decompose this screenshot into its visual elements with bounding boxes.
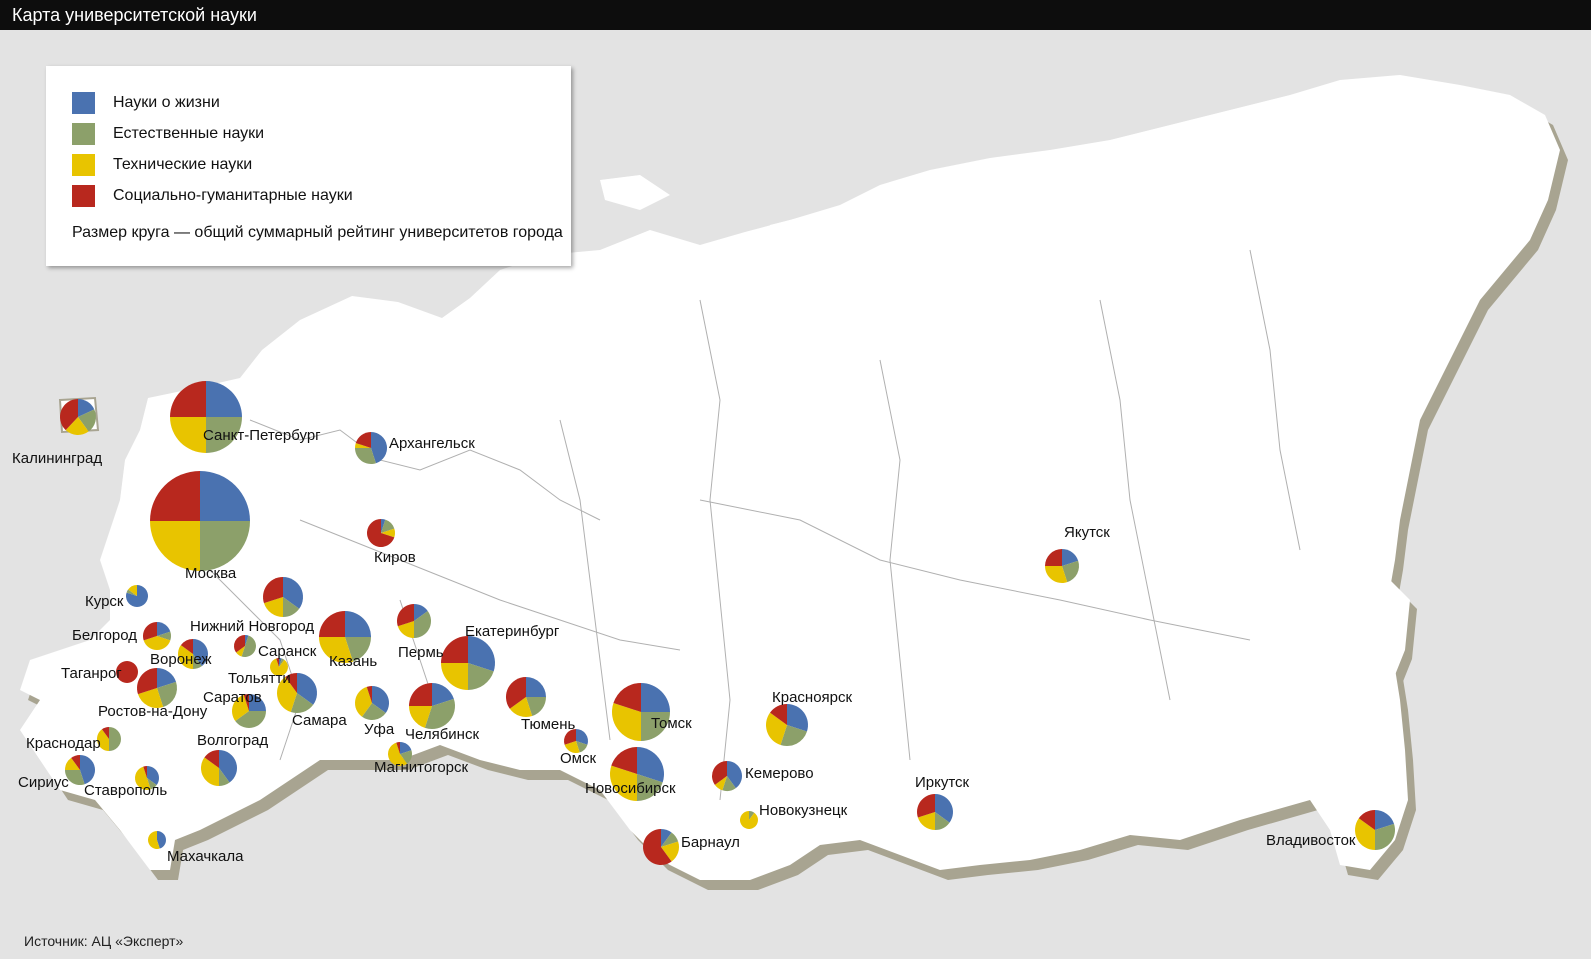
city-label: Курск — [85, 593, 124, 610]
city-pie — [137, 668, 177, 708]
city-label: Воронеж — [150, 651, 212, 668]
city-label: Иркутск — [915, 774, 970, 791]
legend-swatch-social — [72, 185, 95, 207]
city-label: Тольятти — [228, 670, 291, 687]
city-pie — [125, 585, 149, 607]
city-pie — [506, 677, 546, 717]
city-pie — [355, 432, 388, 465]
city-pie — [150, 471, 250, 571]
city-pie — [148, 831, 167, 849]
city-label: Пермь — [398, 644, 444, 661]
city-pie — [712, 761, 743, 792]
city-label: Таганрог — [61, 665, 122, 682]
city-label: Волгоград — [197, 732, 268, 749]
city-label: Архангельск — [389, 435, 475, 452]
city-pie — [441, 636, 495, 690]
city-label: Новокузнецк — [759, 802, 848, 819]
city-pie — [1355, 810, 1395, 850]
city-label: Красноярск — [772, 689, 853, 706]
city-pie — [234, 635, 256, 657]
city-pie — [397, 604, 432, 638]
legend-label-social: Социально-гуманитарные науки — [113, 187, 353, 204]
source-note: Источник: АЦ «Эксперт» — [24, 933, 184, 949]
city-label: Ростов-на-Дону — [98, 703, 208, 720]
city-label: Барнаул — [681, 834, 740, 851]
city-label: Екатеринбург — [465, 623, 560, 640]
legend-swatch-life — [72, 92, 95, 114]
city-label: Казань — [329, 653, 377, 670]
city-label: Калининград — [12, 450, 102, 467]
legend-size-note: Размер круга — общий суммарный рейтинг у… — [72, 224, 563, 241]
city-pie — [367, 519, 396, 547]
city-label: Кемерово — [745, 765, 814, 782]
city-label: Новосибирск — [585, 780, 676, 797]
city-pie — [1045, 549, 1079, 583]
city-label: Тюмень — [521, 716, 576, 733]
city-label: Краснодар — [26, 735, 101, 752]
city-label: Саратов — [203, 689, 262, 706]
city-pie — [739, 811, 758, 829]
city-label: Магнитогорск — [374, 759, 469, 776]
city-pie — [263, 577, 303, 617]
city-label: Махачкала — [167, 848, 244, 865]
legend-swatch-technical — [72, 154, 95, 176]
pie-slice — [739, 811, 758, 829]
city-label: Нижний Новгород — [190, 618, 314, 635]
legend: Науки о жизни Естественные науки Техниче… — [46, 66, 571, 266]
city-pie — [612, 683, 670, 741]
city-label: Якутск — [1064, 524, 1110, 541]
legend-item-natural: Естественные науки — [72, 123, 264, 145]
city-pie — [65, 755, 96, 786]
city-label: Владивосток — [1266, 832, 1356, 849]
city-label: Киров — [374, 549, 416, 566]
legend-label-technical: Технические науки — [113, 156, 253, 173]
city-pie — [643, 829, 679, 866]
city-label: Ставрополь — [84, 782, 167, 799]
legend-label-life: Науки о жизни — [113, 94, 220, 111]
pie-slice — [170, 381, 206, 417]
city-label: Саранск — [258, 643, 317, 660]
city-pie — [916, 794, 953, 830]
legend-label-natural: Естественные науки — [113, 125, 265, 142]
legend-swatch-natural — [72, 123, 95, 145]
city-label: Санкт-Петербург — [203, 427, 321, 444]
city-pie — [355, 686, 390, 721]
city-pie — [143, 622, 171, 650]
legend-item-life: Науки о жизни — [72, 92, 220, 114]
city-label: Челябинск — [405, 726, 479, 743]
city-label: Москва — [185, 565, 237, 582]
city-label: Белгород — [72, 627, 137, 644]
city-pie — [59, 399, 97, 435]
city-label: Сириус — [18, 774, 69, 791]
city-pie — [409, 683, 456, 729]
city-label: Томск — [651, 715, 692, 732]
city-label: Омск — [560, 750, 596, 767]
city-label: Уфа — [364, 721, 395, 738]
legend-item-social: Социально-гуманитарные науки — [72, 185, 353, 207]
city-label: Самара — [292, 712, 347, 729]
city-pie — [200, 750, 238, 786]
legend-item-technical: Технические науки — [72, 154, 252, 176]
city-pie — [766, 704, 808, 746]
